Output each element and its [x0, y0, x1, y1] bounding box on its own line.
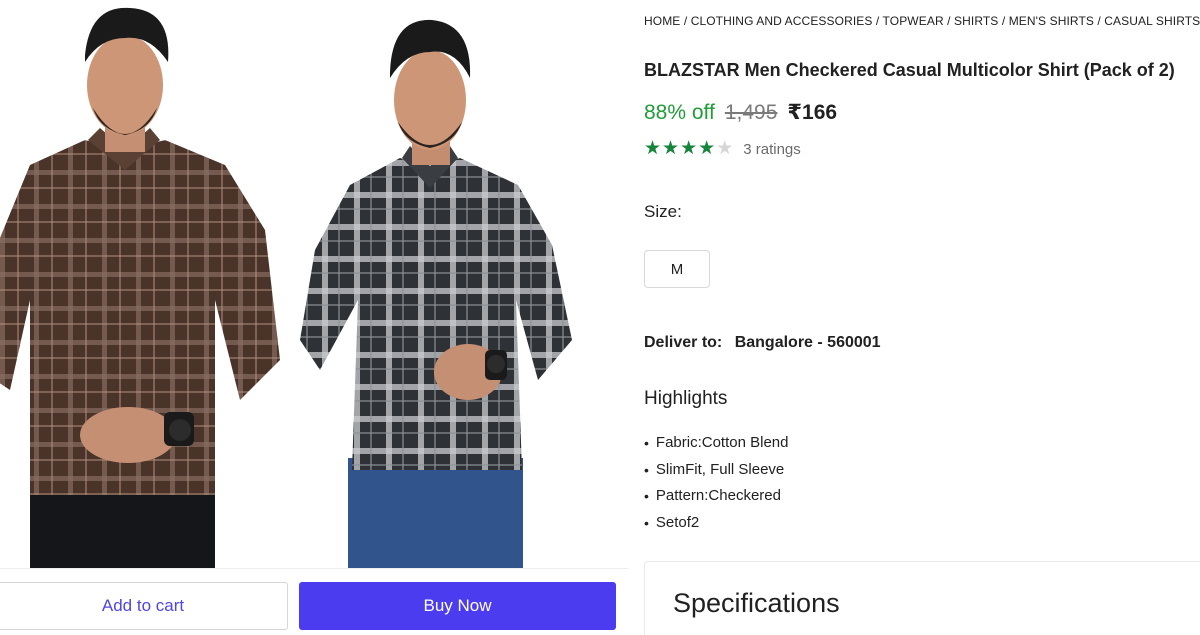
- highlight-item: • Fabric:Cotton Blend: [644, 434, 789, 452]
- product-details: HOME / CLOTHING AND ACCESSORIES / TOPWEA…: [628, 0, 1200, 635]
- bullet-icon: •: [644, 435, 649, 452]
- discount-percent: 88% off: [644, 101, 715, 124]
- bullet-icon: •: [644, 461, 649, 478]
- rating-stars: ★ ★ ★ ★ ★: [644, 138, 733, 160]
- highlight-item: • Setof2: [644, 513, 700, 531]
- star-filled-icon: ★: [644, 138, 662, 159]
- size-option-m[interactable]: M: [644, 250, 710, 288]
- delivery-pincode: Bangalore - 560001: [734, 334, 881, 351]
- selling-price: ₹166: [787, 101, 838, 124]
- buy-now-button[interactable]: Buy Now: [299, 582, 616, 630]
- highlights-list: • Fabric:Cotton Blend • SlimFit, Full Slee…: [644, 430, 788, 536]
- product-image-1[interactable]: [0, 0, 300, 568]
- model-brown-shirt-image: [0, 7, 280, 568]
- star-filled-icon: ★: [680, 138, 698, 159]
- rating-row[interactable]: ★ ★ ★ ★ ★ 3 ratings: [644, 138, 801, 160]
- size-label: Size:: [644, 202, 682, 221]
- original-price: 1,495: [724, 101, 778, 124]
- star-empty-icon: ★: [716, 138, 734, 159]
- specifications-card[interactable]: Specifications: [644, 561, 1200, 635]
- deliver-to-label: Deliver to:: [644, 334, 723, 351]
- product-title: BLAZSTAR Men Checkered Casual Multicolor…: [644, 60, 1175, 80]
- rating-count[interactable]: 3 ratings: [743, 141, 801, 158]
- product-image-2[interactable]: [290, 0, 590, 568]
- breadcrumb[interactable]: HOME / CLOTHING AND ACCESSORIES / TOPWEA…: [644, 14, 1200, 28]
- star-filled-icon: ★: [698, 138, 716, 159]
- highlight-item: • SlimFit, Full Sleeve: [644, 460, 785, 478]
- highlights-title: Highlights: [644, 388, 728, 409]
- highlight-item: • Pattern:Checkered: [644, 487, 781, 505]
- bullet-icon: •: [644, 514, 649, 531]
- add-to-cart-button[interactable]: Add to cart: [0, 582, 288, 630]
- star-filled-icon: ★: [662, 138, 680, 159]
- bullet-icon: •: [644, 488, 649, 505]
- product-gallery: Add to cart Buy Now: [0, 0, 628, 635]
- specifications-title: Specifications: [673, 588, 840, 618]
- price-row: 88% off 1,495 ₹166: [644, 100, 837, 125]
- model-black-white-shirt-image: [300, 19, 572, 568]
- action-bar: Add to cart Buy Now: [0, 568, 628, 635]
- delivery-location[interactable]: Deliver to: Bangalore - 560001: [644, 334, 881, 352]
